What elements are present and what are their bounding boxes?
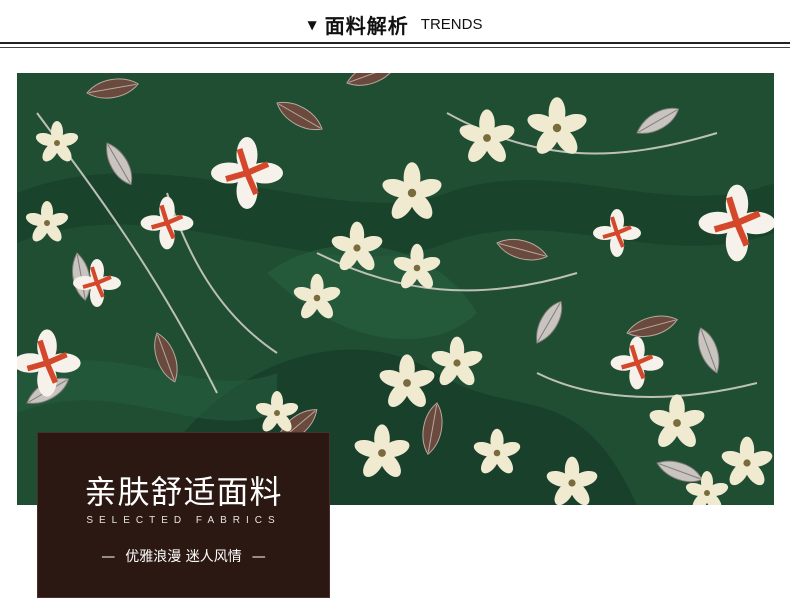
header-rule-bottom	[0, 47, 790, 48]
section-title: ▼ 面料解析 TRENDS	[0, 10, 790, 39]
triangle-down-icon: ▼	[307, 17, 317, 32]
card-tagline: 优雅浪漫 迷人风情	[125, 549, 242, 565]
section-title-en: TRENDS	[420, 16, 483, 33]
promo-card: 亲肤舒适面料 SELECTED FABRICS — 优雅浪漫 迷人风情 —	[37, 432, 330, 598]
product-detail-section: ▼ 面料解析 TRENDS 亲肤舒适面料 SELECTED FABRICS — …	[0, 0, 790, 610]
header-rule-top	[0, 42, 790, 44]
dash-right: —	[251, 549, 266, 565]
card-tagline-row: — 优雅浪漫 迷人风情 —	[38, 546, 329, 566]
card-subtitle-en: SELECTED FABRICS	[86, 515, 281, 526]
card-headline: 亲肤舒适面料	[84, 473, 283, 511]
section-header: ▼ 面料解析 TRENDS	[0, 0, 790, 52]
dash-left: —	[101, 549, 116, 565]
section-title-cn: 面料解析	[324, 14, 409, 38]
